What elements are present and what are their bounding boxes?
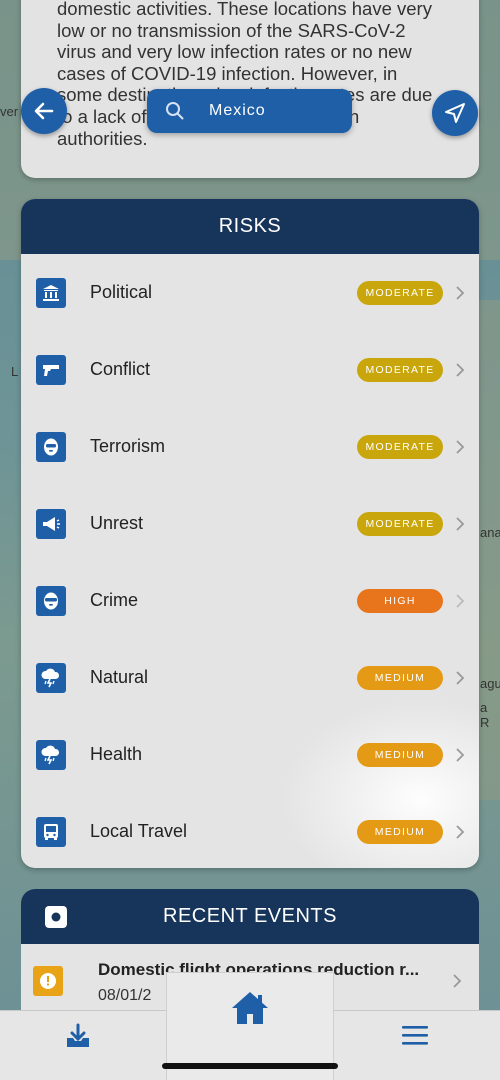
gun-icon bbox=[36, 354, 66, 385]
risk-level-badge: MODERATE bbox=[357, 357, 443, 382]
map-label: a R bbox=[480, 700, 490, 730]
events-header: RECENT EVENTS bbox=[21, 889, 479, 944]
risk-label: Health bbox=[90, 744, 143, 764]
chevron-right-icon bbox=[456, 285, 465, 300]
risk-row-political[interactable]: Political MODERATE bbox=[21, 254, 479, 331]
risk-level-badge: MEDIUM bbox=[357, 665, 443, 690]
chevron-right-icon bbox=[456, 516, 465, 531]
search-icon bbox=[166, 102, 184, 120]
risk-row-health[interactable]: Health MEDIUM bbox=[21, 716, 479, 793]
events-icon bbox=[45, 906, 67, 928]
navigation-arrow-icon bbox=[445, 103, 465, 123]
risk-label: Political bbox=[90, 282, 153, 302]
map-label: L bbox=[11, 364, 19, 379]
menu-tab[interactable] bbox=[400, 1023, 432, 1051]
chevron-right-icon bbox=[456, 439, 465, 454]
chevron-right-icon bbox=[453, 974, 462, 988]
home-indicator bbox=[162, 1063, 338, 1069]
risks-card: RISKS Political MODERATE Conflict MODERA… bbox=[21, 199, 479, 868]
chevron-right-icon bbox=[456, 747, 465, 762]
hamburger-menu-icon bbox=[402, 1026, 428, 1045]
risk-label: Unrest bbox=[90, 513, 144, 533]
events-title: RECENT EVENTS bbox=[163, 905, 337, 927]
event-date: 08/01/2 bbox=[98, 987, 152, 1004]
risk-row-natural[interactable]: Natural MEDIUM bbox=[21, 639, 479, 716]
balaclava-icon bbox=[36, 431, 66, 462]
chevron-right-icon bbox=[456, 593, 465, 608]
masked-face-icon bbox=[36, 585, 66, 616]
risk-label: Local Travel bbox=[90, 821, 188, 841]
risk-row-terrorism[interactable]: Terrorism MODERATE bbox=[21, 408, 479, 485]
country-search[interactable]: Mexico bbox=[147, 89, 352, 133]
storm-cloud-icon bbox=[36, 662, 66, 693]
back-button[interactable] bbox=[21, 88, 67, 134]
risk-row-crime[interactable]: Crime HIGH bbox=[21, 562, 479, 639]
risks-header: RISKS bbox=[21, 199, 479, 254]
risk-level-badge: MODERATE bbox=[357, 434, 443, 459]
storm-cloud-icon bbox=[36, 739, 66, 770]
risk-label: Crime bbox=[90, 590, 138, 610]
chevron-right-icon bbox=[456, 824, 465, 839]
arrow-left-icon bbox=[34, 102, 54, 120]
map-label: ana bbox=[480, 525, 500, 540]
risk-level-badge: HIGH bbox=[357, 588, 443, 613]
risk-level-badge: MODERATE bbox=[357, 511, 443, 536]
risk-row-local-travel[interactable]: Local Travel MEDIUM bbox=[21, 793, 479, 868]
risks-title: RISKS bbox=[218, 215, 282, 237]
risk-level-badge: MODERATE bbox=[357, 280, 443, 305]
search-value: Mexico bbox=[209, 102, 266, 119]
institution-icon bbox=[36, 277, 66, 308]
bus-icon bbox=[36, 816, 66, 847]
risk-label: Conflict bbox=[90, 359, 151, 379]
risk-level-badge: MEDIUM bbox=[357, 819, 443, 844]
map-label: ver bbox=[0, 104, 19, 119]
risk-row-conflict[interactable]: Conflict MODERATE bbox=[21, 331, 479, 408]
locate-button[interactable] bbox=[432, 90, 478, 136]
risk-label: Natural bbox=[90, 667, 149, 687]
home-icon bbox=[232, 992, 268, 1024]
map-label: agu bbox=[480, 676, 500, 691]
risk-label: Terrorism bbox=[90, 436, 165, 456]
megaphone-icon bbox=[36, 508, 66, 539]
chevron-right-icon bbox=[456, 362, 465, 377]
risk-level-badge: MEDIUM bbox=[357, 742, 443, 767]
chevron-right-icon bbox=[456, 670, 465, 685]
download-tray-icon bbox=[67, 1023, 89, 1047]
risk-row-unrest[interactable]: Unrest MODERATE bbox=[21, 485, 479, 562]
alert-icon bbox=[33, 966, 63, 996]
download-tab[interactable] bbox=[62, 1021, 96, 1055]
